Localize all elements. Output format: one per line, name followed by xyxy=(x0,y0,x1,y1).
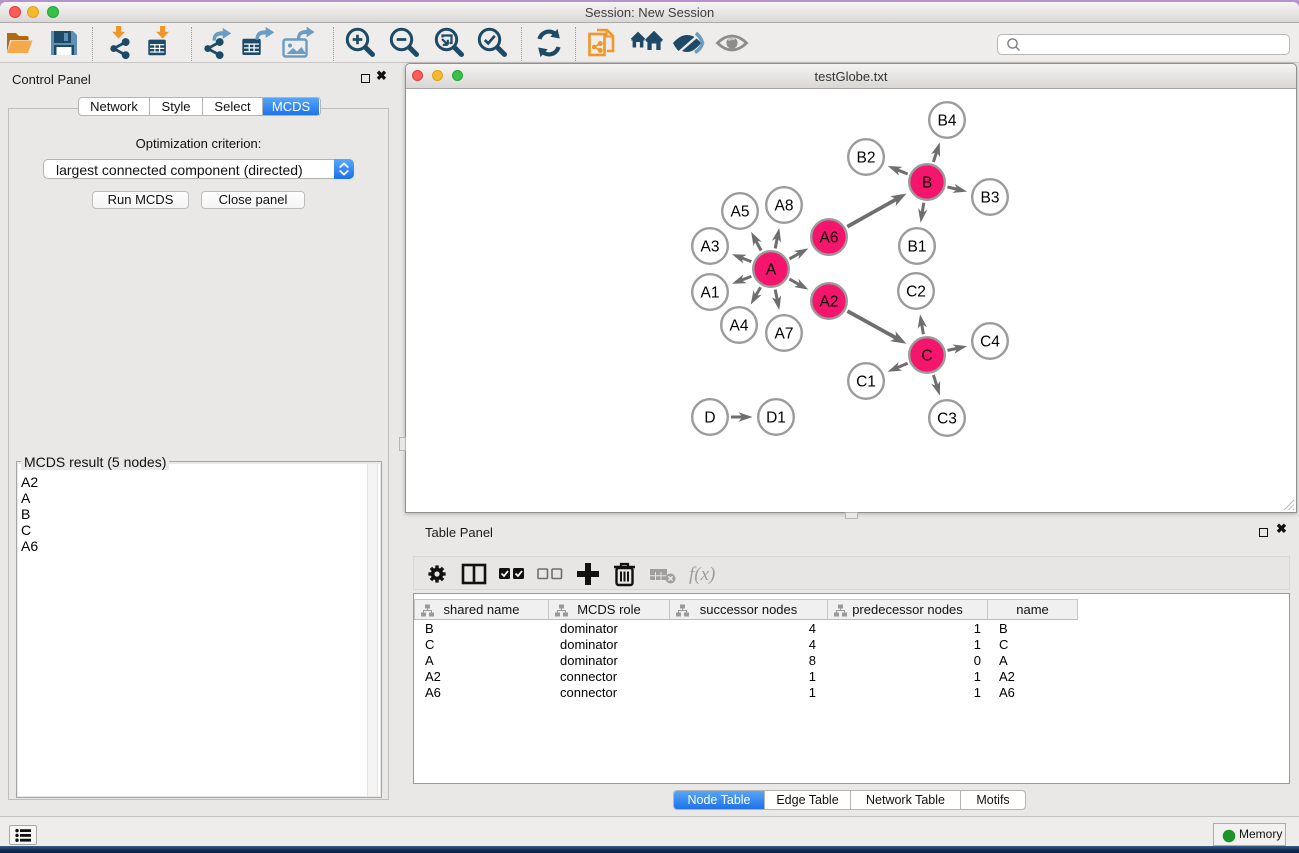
svg-text:A5: A5 xyxy=(731,203,750,220)
svg-text:C3: C3 xyxy=(937,410,957,427)
svg-text:A6: A6 xyxy=(820,229,839,246)
svg-text:D: D xyxy=(704,409,715,426)
svg-text:B2: B2 xyxy=(857,149,876,166)
svg-text:B4: B4 xyxy=(938,112,957,129)
svg-text:B1: B1 xyxy=(908,238,927,255)
svg-text:C4: C4 xyxy=(980,333,1000,350)
svg-text:A3: A3 xyxy=(701,238,720,255)
svg-text:A7: A7 xyxy=(775,325,794,342)
svg-text:C1: C1 xyxy=(856,373,876,390)
svg-text:D1: D1 xyxy=(766,409,786,426)
svg-text:A1: A1 xyxy=(701,284,720,301)
svg-text:C: C xyxy=(921,347,932,364)
svg-text:A2: A2 xyxy=(820,293,839,310)
svg-text:C2: C2 xyxy=(906,283,926,300)
svg-text:A: A xyxy=(766,261,777,278)
svg-text:A4: A4 xyxy=(730,317,749,334)
svg-text:B: B xyxy=(922,174,932,191)
svg-text:f(x): f(x) xyxy=(689,564,715,585)
svg-text:A8: A8 xyxy=(775,197,794,214)
svg-text:B3: B3 xyxy=(981,189,1000,206)
